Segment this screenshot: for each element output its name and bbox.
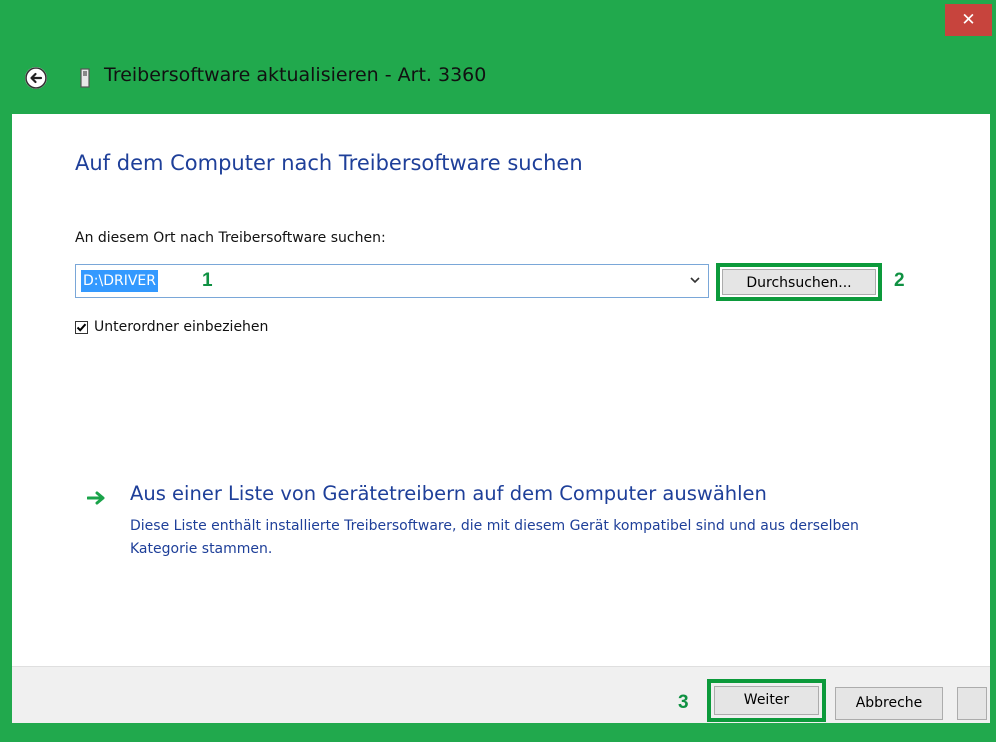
include-subfolders-option[interactable]: Unterordner einbeziehen [75, 318, 268, 336]
include-subfolders-checkbox[interactable] [75, 320, 88, 334]
browse-highlight-frame: Durchsuchen... [716, 263, 882, 301]
choose-from-list-description: Diese Liste enthält installierte Treiber… [130, 518, 859, 557]
browse-button[interactable]: Durchsuchen... [722, 269, 876, 295]
annotation-marker-2: 2 [894, 270, 905, 291]
driver-path-combobox[interactable]: D:\DRIVER [75, 264, 709, 298]
driver-path-value[interactable]: D:\DRIVER [81, 270, 159, 292]
usb-device-icon [80, 68, 90, 88]
extra-button[interactable] [957, 687, 987, 720]
search-location-label: An diesem Ort nach Treibersoftware suche… [75, 230, 386, 246]
close-icon: ✕ [961, 10, 976, 30]
choose-from-list-title[interactable]: Aus einer Liste von Gerätetreibern auf d… [130, 482, 767, 505]
window-title: Treibersoftware aktualisieren - Art. 336… [104, 64, 487, 86]
next-button[interactable]: Weiter [714, 686, 819, 715]
back-arrow-icon [25, 67, 47, 89]
page-title: Auf dem Computer nach Treibersoftware su… [75, 151, 583, 175]
dialog-content: Auf dem Computer nach Treibersoftware su… [12, 114, 990, 723]
next-highlight-frame: Weiter [707, 679, 826, 722]
cancel-button[interactable]: Abbreche [835, 687, 943, 720]
chevron-down-icon[interactable] [689, 275, 701, 285]
back-button[interactable] [25, 67, 47, 89]
green-arrow-icon [87, 491, 105, 505]
close-button[interactable]: ✕ [945, 4, 992, 36]
checkmark-icon [76, 323, 87, 332]
annotation-marker-3: 3 [678, 692, 689, 713]
include-subfolders-label: Unterordner einbeziehen [94, 319, 269, 335]
annotation-marker-1: 1 [202, 270, 213, 291]
